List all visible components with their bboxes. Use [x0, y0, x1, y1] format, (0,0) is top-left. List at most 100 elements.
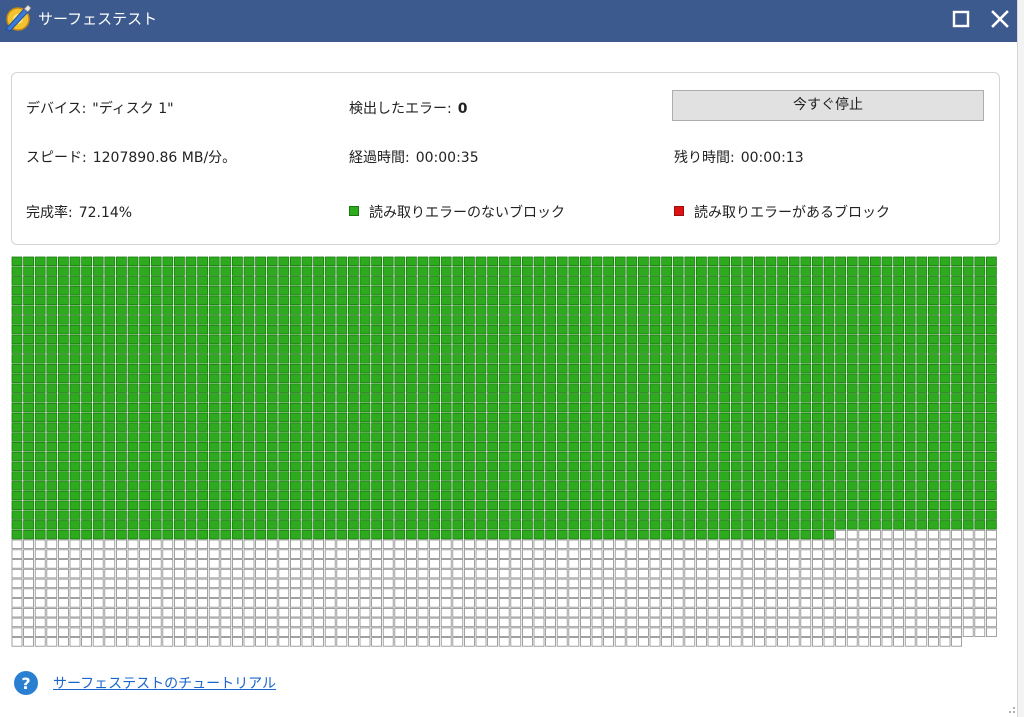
block-pending — [823, 568, 835, 579]
block-ok — [835, 256, 846, 267]
block-ok — [139, 354, 151, 364]
block-ok — [777, 266, 788, 276]
block-ok — [556, 422, 568, 432]
block-pending — [347, 549, 359, 559]
block-ok — [301, 422, 313, 432]
block-ok — [347, 471, 359, 481]
block-pending — [707, 568, 719, 579]
block-ok — [173, 461, 185, 472]
block-ok — [939, 500, 951, 511]
block-pending — [684, 568, 696, 579]
help-question-icon[interactable]: ? — [13, 670, 39, 696]
tutorial-link[interactable]: サーフェステストのチュートリアル — [53, 673, 276, 693]
block-ok — [336, 373, 348, 384]
block-ok — [266, 451, 278, 462]
block-ok — [289, 529, 301, 540]
block-ok — [371, 344, 383, 354]
block-pending — [591, 568, 603, 579]
block-ok — [672, 266, 684, 276]
block-pending — [835, 598, 846, 608]
block-ok — [893, 520, 904, 530]
block-ok — [800, 402, 812, 413]
block-ok — [116, 285, 127, 296]
block-ok — [498, 471, 510, 481]
block-ok — [916, 461, 928, 472]
block-pending — [173, 637, 185, 647]
block-pending — [522, 578, 533, 589]
block-ok — [661, 490, 672, 501]
block-ok — [162, 344, 174, 354]
block-pending — [487, 568, 499, 579]
block-ok — [603, 305, 614, 315]
block-ok — [893, 412, 904, 423]
block-ok — [92, 295, 104, 306]
block-ok — [487, 305, 499, 315]
block-ok — [429, 432, 441, 442]
block-ok — [220, 520, 232, 530]
block-pending — [417, 549, 429, 559]
block-ok — [150, 500, 162, 511]
block-pending — [580, 539, 591, 550]
block-ok — [127, 373, 139, 384]
block-ok — [707, 315, 719, 325]
svg-text:?: ? — [21, 674, 30, 693]
block-ok — [661, 451, 672, 462]
block-ok — [266, 373, 278, 384]
block-ok — [81, 510, 92, 520]
block-pending — [104, 568, 116, 579]
block-pending — [394, 617, 406, 628]
block-ok — [289, 510, 301, 520]
block-pending — [719, 549, 730, 559]
block-ok — [69, 529, 81, 540]
block-pending — [904, 598, 916, 608]
block-ok — [928, 363, 939, 374]
block-ok — [580, 441, 591, 452]
block-ok — [475, 373, 487, 384]
block-pending — [626, 568, 638, 579]
block-pending — [788, 578, 800, 589]
block-pending — [719, 568, 730, 579]
block-pending — [730, 627, 742, 637]
block-ok — [939, 373, 951, 384]
block-pending — [58, 637, 69, 647]
block-ok — [336, 383, 348, 393]
block-pending — [301, 588, 313, 598]
block-ok — [846, 276, 858, 286]
block-pending — [452, 568, 464, 579]
block-ok — [324, 441, 336, 452]
block-ok — [800, 334, 812, 345]
block-ok — [719, 295, 730, 306]
block-pending — [81, 637, 92, 647]
block-pending — [858, 578, 870, 589]
block-ok — [568, 363, 580, 374]
block-ok — [812, 402, 823, 413]
block-pending — [533, 627, 545, 637]
block-pending — [208, 578, 220, 589]
block-ok — [893, 285, 904, 296]
block-ok — [881, 412, 893, 423]
block-ok — [951, 490, 962, 501]
block-ok — [220, 500, 232, 511]
block-ok — [626, 402, 638, 413]
block-ok — [870, 490, 881, 501]
block-ok — [556, 471, 568, 481]
block-pending — [127, 568, 139, 579]
block-ok — [440, 441, 452, 452]
block-ok — [347, 432, 359, 442]
block-ok — [208, 256, 220, 267]
block-pending — [962, 568, 974, 579]
block-ok — [870, 315, 881, 325]
block-pending — [522, 637, 533, 647]
block-pending — [139, 588, 151, 598]
resize-grip-icon[interactable] — [1004, 702, 1016, 714]
block-ok — [974, 441, 986, 452]
block-pending — [777, 627, 788, 637]
block-ok — [916, 422, 928, 432]
block-ok — [684, 510, 696, 520]
block-pending — [116, 549, 127, 559]
block-ok — [533, 305, 545, 315]
block-ok — [255, 471, 267, 481]
block-ok — [116, 510, 127, 520]
block-ok — [359, 393, 371, 403]
block-pending — [881, 627, 893, 637]
